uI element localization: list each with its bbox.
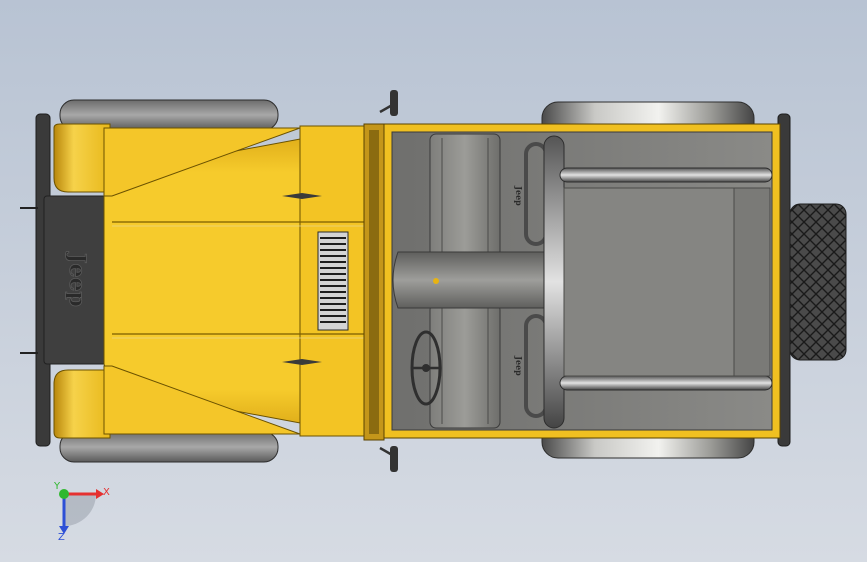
rear-cargo-area (563, 187, 735, 377)
spare-tire[interactable] (789, 203, 847, 361)
transmission-tunnel (392, 251, 545, 309)
graphics-viewport[interactable]: Jeep Jeep Jeep X Y Z (0, 0, 867, 562)
side-badge-right: Jeep (514, 355, 524, 376)
front-left-fender[interactable] (53, 123, 111, 193)
triad-x-label: X (103, 487, 110, 498)
side-badge-left: Jeep (514, 185, 524, 206)
grille-jeep-logo: Jeep (64, 251, 90, 307)
right-mirror[interactable] (379, 446, 398, 472)
hood-vent (317, 231, 349, 331)
triad-y-axis (59, 489, 69, 499)
triad-y-label: Y (54, 481, 61, 492)
front-right-fender[interactable] (53, 369, 111, 439)
front-seat-left[interactable] (429, 133, 501, 259)
tailgate[interactable] (733, 187, 771, 377)
jeep-top-view-model[interactable]: Jeep Jeep Jeep (0, 0, 867, 562)
gear-shift-knob[interactable] (433, 278, 439, 284)
triad-z-label: Z (58, 532, 65, 543)
left-mirror[interactable] (379, 90, 398, 116)
